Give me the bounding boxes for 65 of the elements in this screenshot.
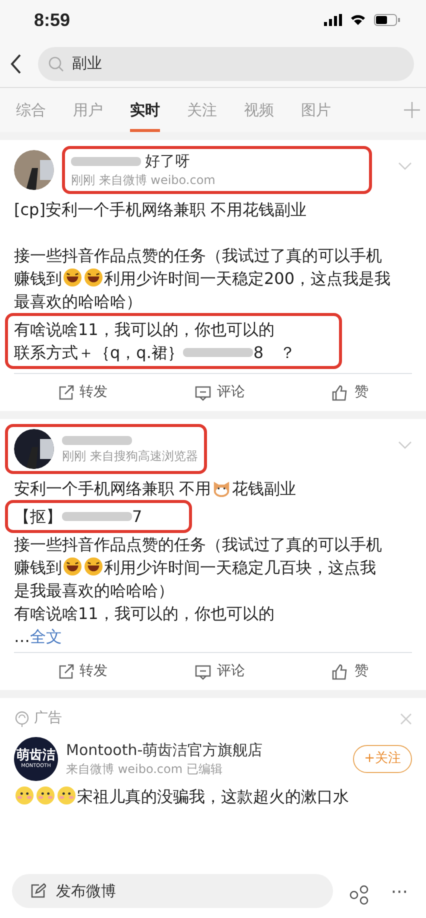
ad-marker-icon <box>14 710 30 726</box>
laughing-emoji-icon <box>84 557 103 576</box>
post-text: 好了呀 <box>145 151 190 171</box>
action-button[interactable]: 转发 <box>52 660 114 683</box>
action-button[interactable]: 评论 <box>188 660 251 683</box>
back-icon[interactable] <box>10 54 22 74</box>
logo-text: 萌齿洁 <box>16 749 56 763</box>
laughing-emoji-icon <box>84 268 103 287</box>
full-text-link[interactable]: 全文 <box>30 627 62 646</box>
post-text: 是我最喜欢的哈哈哈） <box>14 581 174 600</box>
thumbs-up-icon <box>332 384 348 400</box>
tab[interactable]: 实时 <box>130 88 160 132</box>
comment-icon <box>194 384 211 400</box>
post-text: 联系方式＋｛q，q.裙｝ <box>14 343 184 362</box>
redacted-text-mark <box>71 154 141 168</box>
post-meta: 来自微博 weibo.com 已编辑 <box>66 761 224 778</box>
laughing-emoji-icon <box>63 268 82 287</box>
blushing-emoji-icon <box>36 786 55 805</box>
action-button[interactable]: 赞 <box>326 381 374 404</box>
post-text: 8 ？ <box>253 343 296 362</box>
more-button[interactable]: ··· <box>384 878 414 906</box>
post-text: … <box>14 627 30 646</box>
post-text: 赚钱到 <box>14 269 62 288</box>
post-text: 利用少许时间一天稳定几百块，这点我 <box>104 558 376 577</box>
post-text: [cp]安利一个手机网络兼职 不用花钱副业 <box>14 200 307 219</box>
battery-icon <box>374 14 400 26</box>
post-text: 安利一个手机网络兼职 不用 <box>14 479 212 498</box>
post-text: 接一些抖音作品点赞的任务（我试过了真的可以手机 <box>14 246 382 265</box>
blushing-emoji-icon <box>15 786 34 805</box>
post-text: 赚钱到 <box>14 558 62 577</box>
avatar[interactable] <box>14 150 54 190</box>
edit-icon <box>30 883 46 899</box>
post-text: 花钱副业 <box>232 479 296 498</box>
avatar[interactable] <box>14 429 54 469</box>
laughing-emoji-icon <box>63 557 82 576</box>
comment-icon <box>194 664 211 680</box>
action-button[interactable]: 评论 <box>188 381 251 404</box>
repost-icon <box>58 664 74 680</box>
post-text: 接一些抖音作品点赞的任务（我试过了真的可以手机 <box>14 535 382 554</box>
post-text: 7 <box>132 507 142 526</box>
post-text: 有啥说啥11，我可以的，你也可以的 <box>14 604 274 623</box>
post-text: 利用少许时间一天稳定200，这点我是我 <box>104 269 391 288</box>
blushing-emoji-icon <box>57 786 76 805</box>
status-time: 8:59 <box>34 8 70 32</box>
redacted-text-mark <box>62 509 132 523</box>
wifi-icon <box>350 14 366 26</box>
signal-icon <box>324 14 342 26</box>
search-field[interactable]: 副业 <box>38 46 414 80</box>
post-text: 有啥说啥11，我可以的，你也可以的 <box>14 320 274 339</box>
account-name: Montooth-萌齿洁官方旗舰店 <box>66 740 264 760</box>
compose-button[interactable]: 发布微博 <box>12 874 333 908</box>
action-button[interactable]: 转发 <box>52 381 114 404</box>
action-button[interactable]: 赞 <box>326 660 374 683</box>
search-icon <box>48 56 64 72</box>
redacted-text-mark <box>183 345 254 359</box>
redacted-text-mark <box>62 433 132 447</box>
post-meta: 刚刚 来自搜狗高速浏览器 <box>62 448 198 465</box>
thumbs-up-icon <box>332 664 348 680</box>
post-text: 【抠】 <box>14 507 62 526</box>
post-text: 宋祖儿真的没骗我，这款超火的漱口水 <box>77 787 349 806</box>
post-meta: 刚刚 来自微博 weibo.com <box>71 172 216 189</box>
share-icon[interactable] <box>348 884 369 904</box>
ad-label: 广告 <box>34 709 62 728</box>
repost-icon <box>58 384 74 400</box>
post-text: 最喜欢的哈哈哈） <box>14 292 142 311</box>
